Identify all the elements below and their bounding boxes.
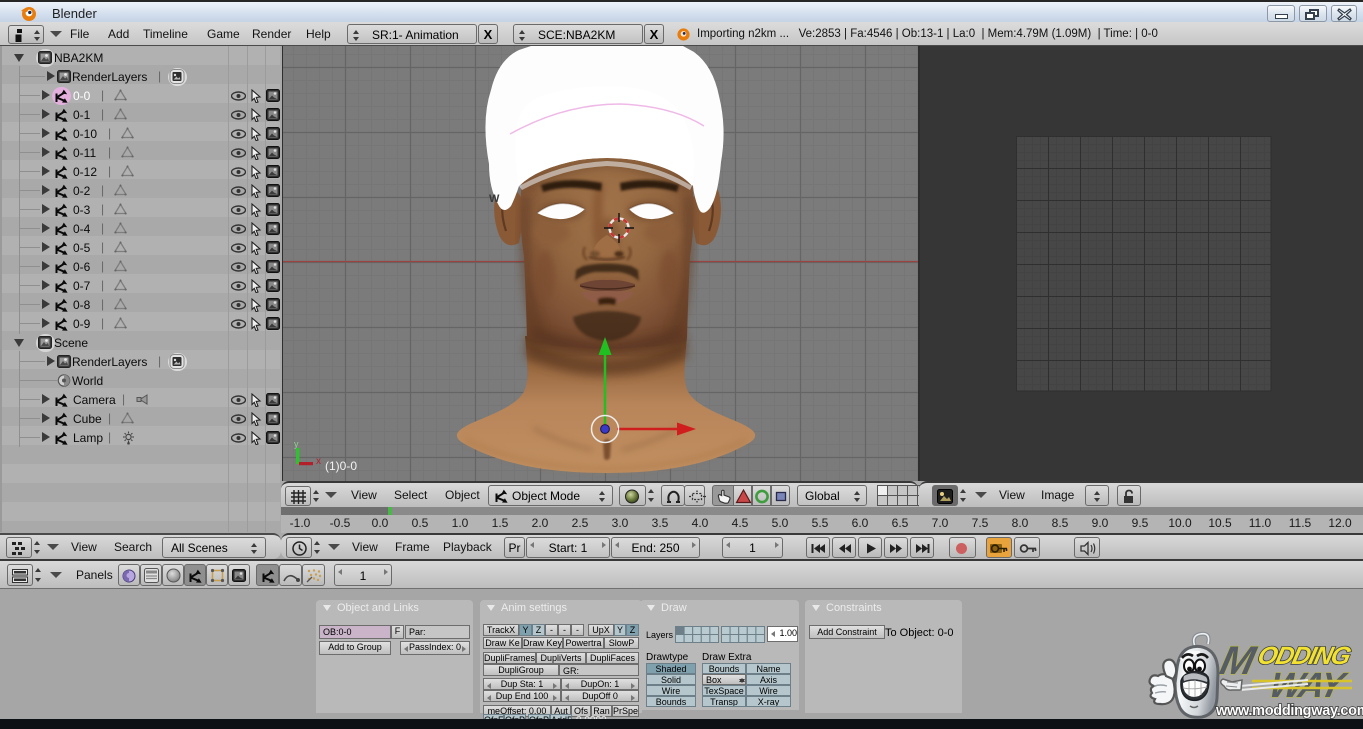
svg-text:(1)0-0: (1)0-0 <box>325 459 357 473</box>
svg-text:WAY: WAY <box>1266 665 1352 704</box>
svg-text:M: M <box>1216 637 1261 682</box>
svg-text:W: W <box>489 193 500 205</box>
svg-text:www.moddingway.com: www.moddingway.com <box>1215 703 1363 719</box>
svg-text:y: y <box>294 439 299 449</box>
svg-text:x: x <box>316 456 321 467</box>
